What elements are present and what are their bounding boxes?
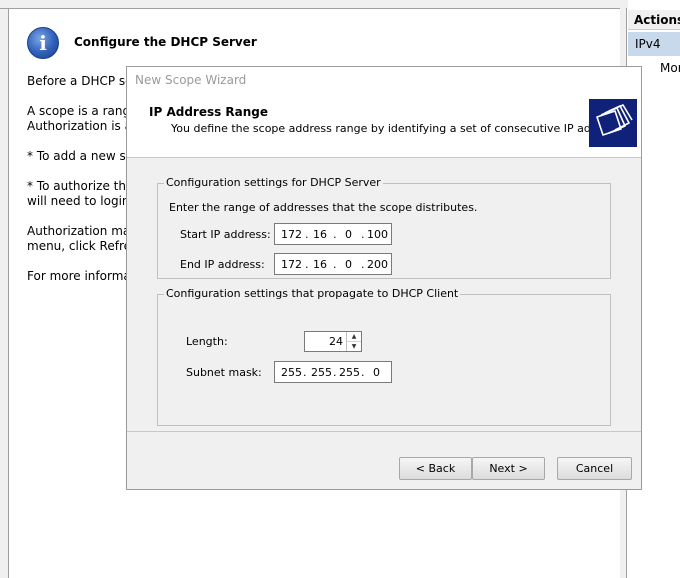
dialog-titlebar[interactable]: New Scope Wizard	[127, 67, 641, 93]
range-instruction: Enter the range of addresses that the sc…	[169, 201, 478, 214]
group-legend: Configuration settings for DHCP Server	[164, 176, 383, 189]
details-text-line: A scope is a range	[27, 104, 138, 118]
wizard-header: IP Address Range You define the scope ad…	[127, 93, 641, 158]
new-scope-wizard-dialog: New Scope Wizard IP Address Range You de…	[126, 66, 642, 490]
group-legend: Configuration settings that propagate to…	[164, 287, 461, 300]
ip-octet[interactable]: 0	[345, 228, 352, 241]
actions-item-ipv4[interactable]: IPv4	[628, 32, 680, 56]
actions-header: Actions	[628, 10, 680, 30]
mask-octet[interactable]: 255	[281, 366, 302, 379]
ip-octet[interactable]: 172	[281, 258, 302, 271]
spinner-buttons: ▲ ▼	[346, 332, 361, 351]
page-title: IP Address Range	[149, 105, 269, 119]
ip-octet[interactable]: 16	[313, 228, 327, 241]
ip-octet[interactable]: 0	[345, 258, 352, 271]
length-value[interactable]: 24	[329, 335, 343, 348]
details-text-line: Authorization is a s	[27, 119, 143, 133]
spin-down-arrow-icon[interactable]: ▼	[347, 342, 361, 351]
folder-stack-icon	[589, 99, 637, 147]
subnet-mask-input[interactable]: 255 . 255 . 255 . 0	[274, 361, 392, 383]
end-ip-label: End IP address:	[180, 258, 265, 271]
next-button[interactable]: Next >	[472, 457, 545, 480]
ip-octet[interactable]: 200	[367, 258, 388, 271]
dhcp-server-settings-group: Configuration settings for DHCP Server E…	[157, 176, 611, 279]
cancel-button[interactable]: Cancel	[557, 457, 632, 480]
info-icon: i	[27, 27, 59, 59]
mask-octet[interactable]: 0	[373, 366, 380, 379]
page-subtitle: You define the scope address range by id…	[171, 122, 637, 135]
subnet-mask-label: Subnet mask:	[186, 366, 262, 379]
window-left-border	[0, 0, 9, 578]
start-ip-input[interactable]: 172 . 16 . 0 . 100	[274, 223, 392, 245]
window-top-border	[0, 0, 628, 9]
ip-octet[interactable]: 172	[281, 228, 302, 241]
dialog-title: New Scope Wizard	[135, 73, 247, 87]
length-spinner[interactable]: 24 ▲ ▼	[304, 331, 362, 352]
mask-octet[interactable]: 255	[339, 366, 360, 379]
actions-item-more[interactable]: Mor	[660, 61, 680, 75]
end-ip-input[interactable]: 172 . 16 . 0 . 200	[274, 253, 392, 275]
spin-up-arrow-icon[interactable]: ▲	[347, 332, 361, 342]
details-text-line: will need to login a	[27, 194, 141, 208]
details-text-line: Authorization may	[27, 224, 138, 238]
start-ip-label: Start IP address:	[180, 228, 271, 241]
dhcp-client-settings-group: Configuration settings that propagate to…	[157, 287, 611, 426]
length-label: Length:	[186, 335, 228, 348]
details-text-line: For more informati	[27, 269, 139, 283]
ip-octet[interactable]: 16	[313, 258, 327, 271]
back-button[interactable]: < Back	[399, 457, 472, 480]
mask-octet[interactable]: 255	[311, 366, 332, 379]
ip-octet[interactable]: 100	[367, 228, 388, 241]
footer-divider	[127, 431, 641, 432]
details-title: Configure the DHCP Server	[74, 35, 257, 49]
details-text-line: * To authorize this	[27, 179, 136, 193]
details-text-line: * To add a new sco	[27, 149, 140, 163]
